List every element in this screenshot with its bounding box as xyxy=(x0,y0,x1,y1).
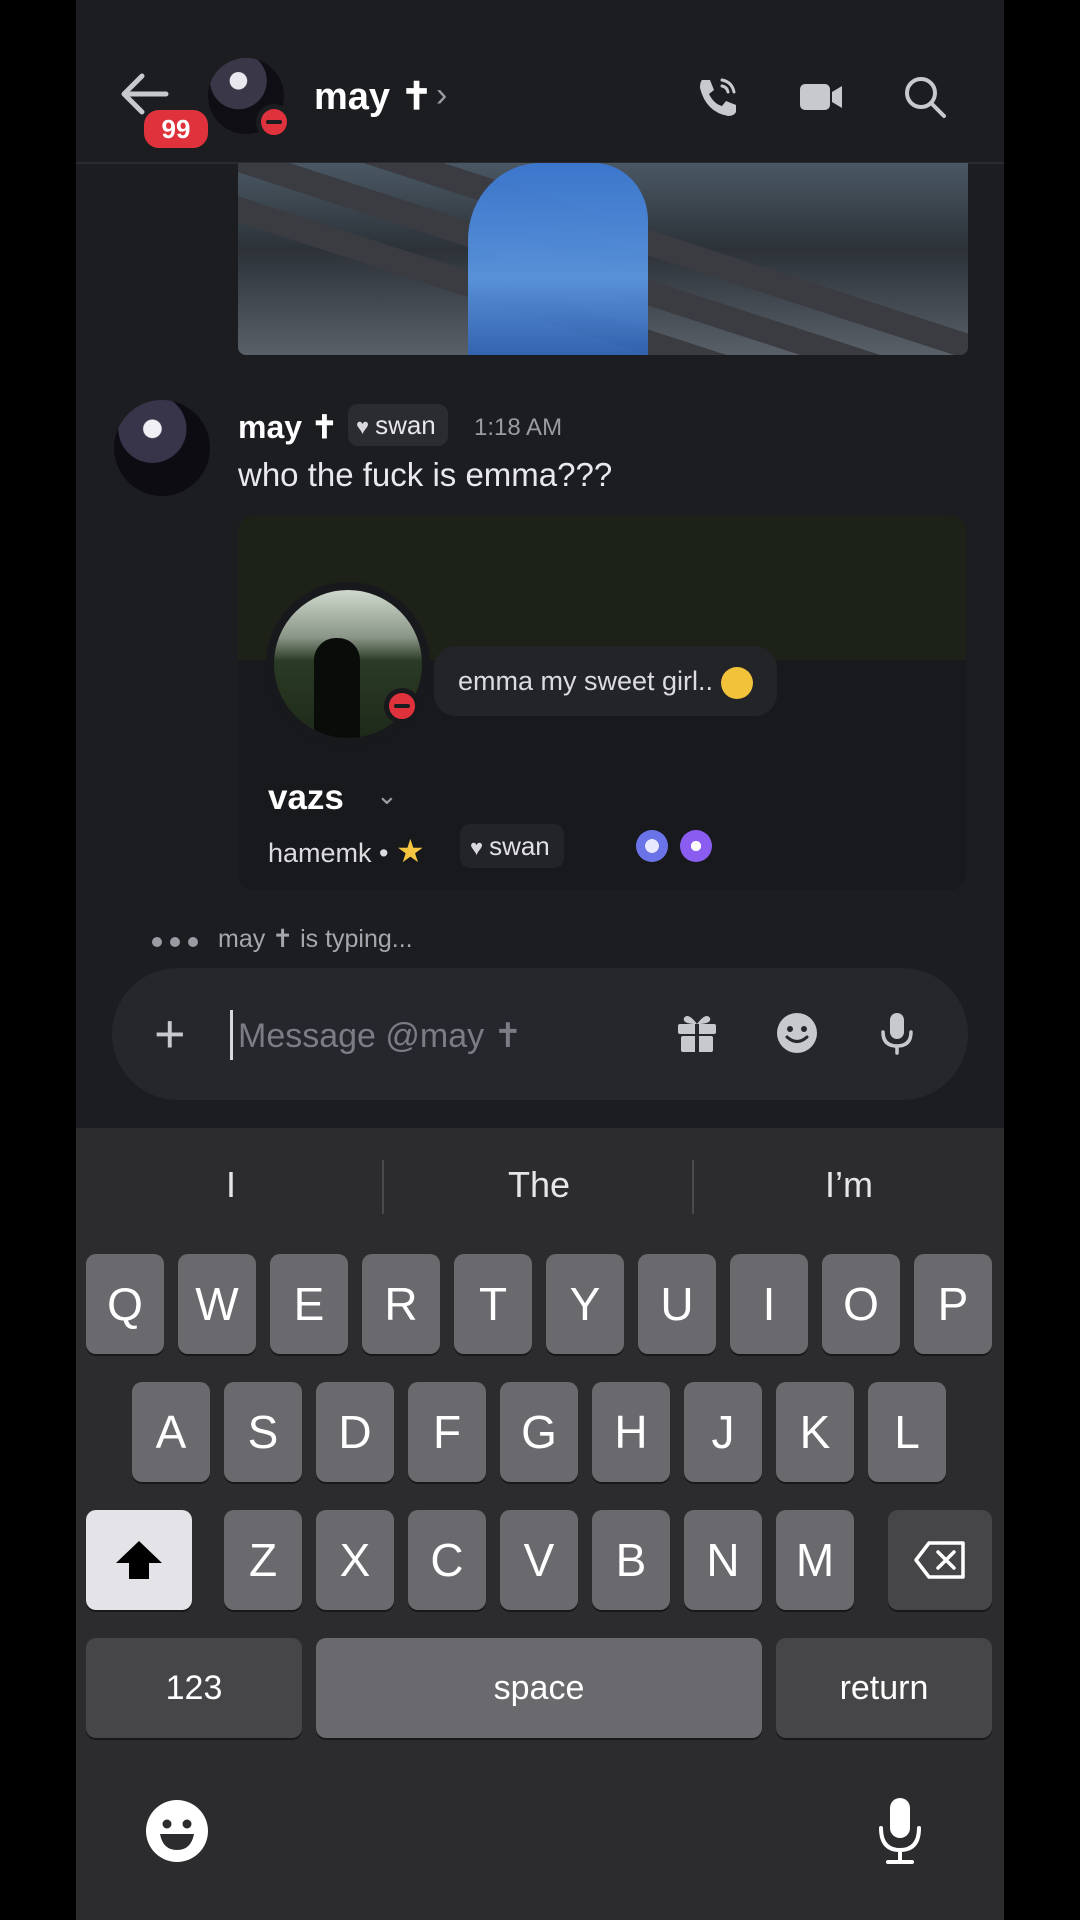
shift-key[interactable] xyxy=(86,1510,192,1610)
profile-clan-tag[interactable]: ♥ swan xyxy=(460,824,564,868)
chevron-down-icon[interactable]: ⌄ xyxy=(376,780,398,811)
text-caret xyxy=(230,1010,233,1060)
key-r[interactable]: R xyxy=(362,1254,440,1354)
star-icon: ★ xyxy=(396,833,425,869)
key-n[interactable]: N xyxy=(684,1510,762,1610)
image-attachment[interactable] xyxy=(238,163,968,355)
key-y[interactable]: Y xyxy=(546,1254,624,1354)
contact-name[interactable]: may ✝ xyxy=(314,74,432,119)
key-s[interactable]: S xyxy=(224,1382,302,1482)
key-c[interactable]: C xyxy=(408,1510,486,1610)
clan-tag[interactable]: ♥ swan xyxy=(348,404,448,446)
key-z[interactable]: Z xyxy=(224,1510,302,1610)
message-timestamp: 1:18 AM xyxy=(474,414,563,441)
key-l[interactable]: L xyxy=(868,1382,946,1482)
add-attachment-button[interactable]: + xyxy=(154,1004,186,1064)
emoji-icon[interactable] xyxy=(774,1010,820,1056)
video-icon[interactable] xyxy=(798,74,844,120)
key-f[interactable]: F xyxy=(408,1382,486,1482)
suggestion-2[interactable]: The xyxy=(414,1150,664,1220)
chevron-right-icon[interactable]: › xyxy=(436,76,447,115)
shift-arrow-icon xyxy=(116,1541,162,1579)
backspace-key[interactable] xyxy=(888,1510,992,1610)
key-i[interactable]: I xyxy=(730,1254,808,1354)
key-j[interactable]: J xyxy=(684,1382,762,1482)
key-q[interactable]: Q xyxy=(86,1254,164,1354)
emoji-keyboard-icon[interactable] xyxy=(144,1798,210,1864)
keyboard: I The I’m Q W E R T Y U I O P A S D F G … xyxy=(76,1128,1004,1920)
message-author[interactable]: may ✝ xyxy=(238,408,338,446)
phone-screen: 99 may ✝ › may ✝ ♥ swan 1:18 AM who the f… xyxy=(76,0,1004,1920)
key-h[interactable]: H xyxy=(592,1382,670,1482)
key-b[interactable]: B xyxy=(592,1510,670,1610)
key-u[interactable]: U xyxy=(638,1254,716,1354)
key-a[interactable]: A xyxy=(132,1382,210,1482)
unread-badge: 99 xyxy=(140,106,212,152)
return-key[interactable]: return xyxy=(776,1638,992,1738)
profile-card[interactable]: emma my sweet girl.. vazs ⌄ hamemk • ★ ♥… xyxy=(238,516,966,890)
space-key[interactable]: space xyxy=(316,1638,762,1738)
phone-icon[interactable] xyxy=(694,74,740,120)
pleading-face-icon xyxy=(721,666,754,699)
key-w[interactable]: W xyxy=(178,1254,256,1354)
key-d[interactable]: D xyxy=(316,1382,394,1482)
heart-icon: ♥ xyxy=(470,835,484,860)
profile-display-name: vazs xyxy=(268,778,344,817)
key-p[interactable]: P xyxy=(914,1254,992,1354)
key-e[interactable]: E xyxy=(270,1254,348,1354)
message-text: who the fuck is emma??? xyxy=(238,456,613,493)
gift-icon[interactable] xyxy=(674,1010,720,1056)
key-v[interactable]: V xyxy=(500,1510,578,1610)
key-g[interactable]: G xyxy=(500,1382,578,1482)
key-o[interactable]: O xyxy=(822,1254,900,1354)
message-composer: + xyxy=(112,968,968,1100)
typing-dots-icon xyxy=(152,934,206,952)
key-x[interactable]: X xyxy=(316,1510,394,1610)
dnd-status-icon xyxy=(384,688,420,724)
numbers-key[interactable]: 123 xyxy=(86,1638,302,1738)
typing-indicator: may ✝ is typing... xyxy=(218,925,413,953)
boost-badge-icon[interactable] xyxy=(680,830,712,862)
search-icon[interactable] xyxy=(902,74,948,120)
dictation-microphone-icon[interactable] xyxy=(876,1796,924,1866)
heart-icon: ♥ xyxy=(356,414,370,439)
author-avatar[interactable] xyxy=(114,400,210,496)
key-k[interactable]: K xyxy=(776,1382,854,1482)
profile-username: hamemk • ★ xyxy=(268,833,425,869)
key-t[interactable]: T xyxy=(454,1254,532,1354)
backspace-icon xyxy=(914,1541,965,1579)
microphone-icon[interactable] xyxy=(874,1010,920,1056)
suggestion-1[interactable]: I xyxy=(106,1150,356,1220)
suggestion-3[interactable]: I’m xyxy=(724,1150,974,1220)
custom-status: emma my sweet girl.. xyxy=(434,646,778,716)
chat-header: 99 may ✝ › xyxy=(76,0,1004,164)
dnd-status-icon xyxy=(256,104,292,140)
nitro-badge-icon[interactable] xyxy=(636,830,668,862)
key-m[interactable]: M xyxy=(776,1510,854,1610)
message-input[interactable] xyxy=(236,1004,640,1068)
